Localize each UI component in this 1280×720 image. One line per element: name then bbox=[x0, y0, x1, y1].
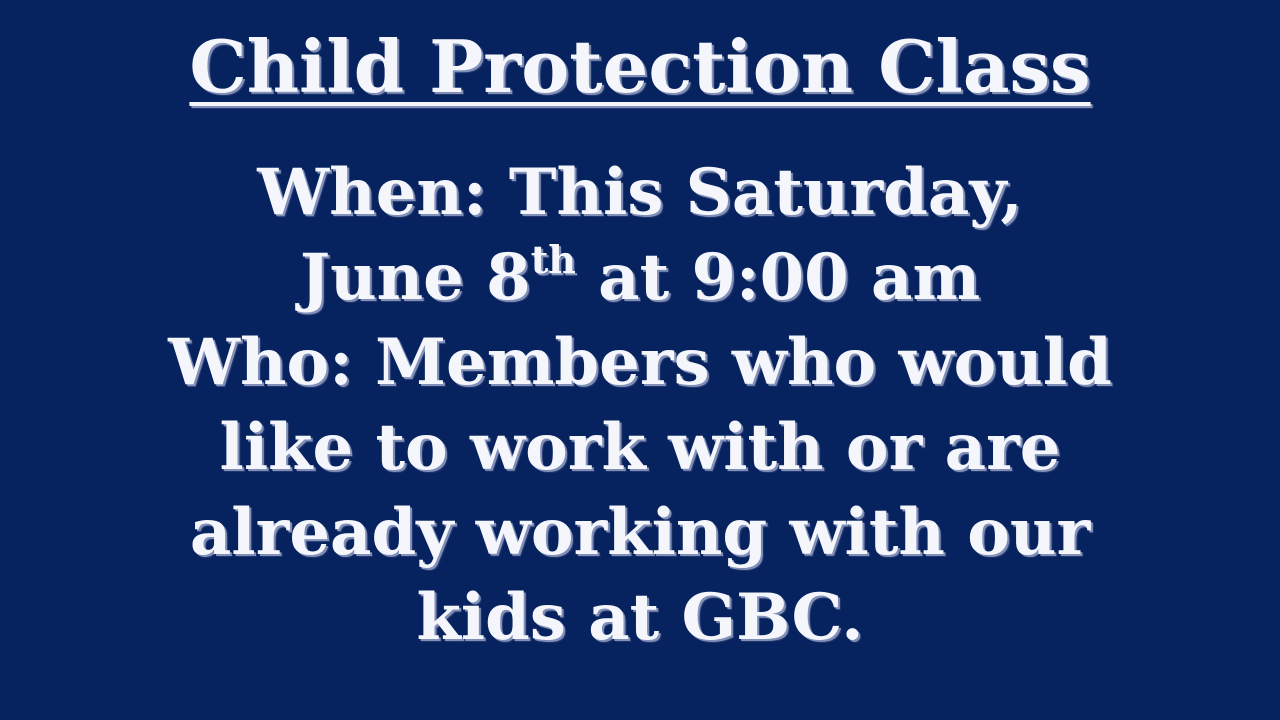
date-ordinal-superscript: th bbox=[530, 236, 576, 282]
announcement-slide: Child Protection Class When: This Saturd… bbox=[0, 0, 1280, 720]
who-line-3: already working with our bbox=[189, 495, 1091, 570]
when-line-1: When: This Saturday, bbox=[257, 155, 1023, 230]
who-line-4: kids at GBC. bbox=[416, 580, 864, 655]
who-line-2: like to work with or are bbox=[219, 410, 1061, 485]
announcement-body: When: This Saturday, June 8th at 9:00 am… bbox=[0, 150, 1280, 660]
when-line-2: June 8th at 9:00 am bbox=[0, 235, 1280, 320]
slide-title: Child Protection Class bbox=[189, 24, 1091, 109]
date-text: June 8 bbox=[299, 240, 531, 315]
who-line-1: Who: Members who would bbox=[168, 325, 1112, 400]
time-text: at 9:00 am bbox=[575, 240, 981, 315]
